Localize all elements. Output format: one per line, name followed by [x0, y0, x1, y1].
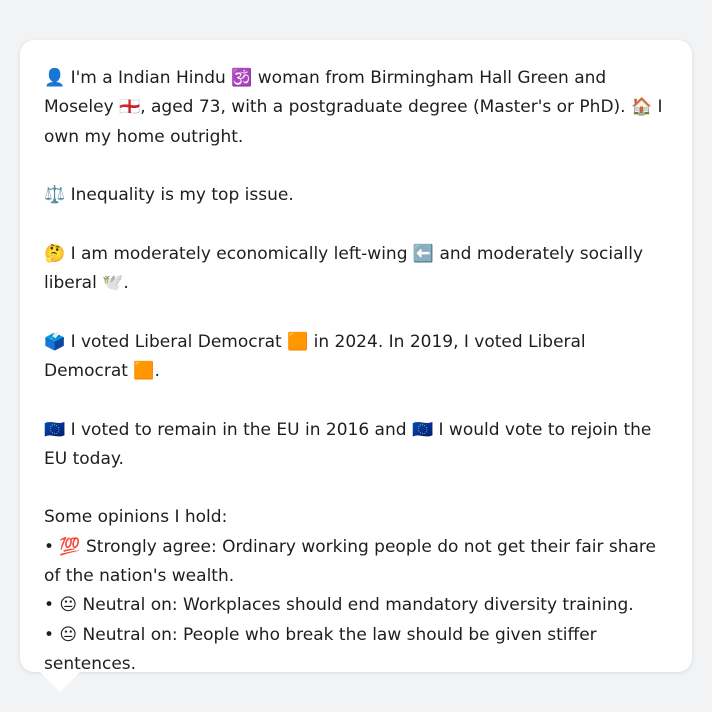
opinion-item: • 💯 Strongly agree: Ordinary working peo… [44, 536, 657, 587]
identity-paragraph: 👤 I'm a Indian Hindu 🕉️ woman from Birmi… [44, 68, 663, 147]
eu-paragraph: 🇪🇺 I voted to remain in the EU in 2016 a… [44, 419, 652, 469]
opinion-item: • 😐 Neutral on: Workplaces should end ma… [44, 595, 634, 616]
voting-paragraph: 🗳️ I voted Liberal Democrat 🟧 in 2024. I… [44, 331, 586, 381]
opinion-item: • 😐 Neutral on: People who break the law… [44, 624, 597, 674]
top-issue-paragraph: ⚖️ Inequality is my top issue. [44, 185, 294, 206]
chat-message-bubble: 👤 I'm a Indian Hindu 🕉️ woman from Birmi… [20, 40, 692, 674]
opinions-header: Some opinions I hold: [44, 507, 228, 528]
opinions-section: Some opinions I hold: • 💯 Strongly agree… [44, 503, 668, 679]
ideology-paragraph: 🤔 I am moderately economically left-wing… [44, 243, 644, 294]
bubble-tail [40, 672, 80, 692]
